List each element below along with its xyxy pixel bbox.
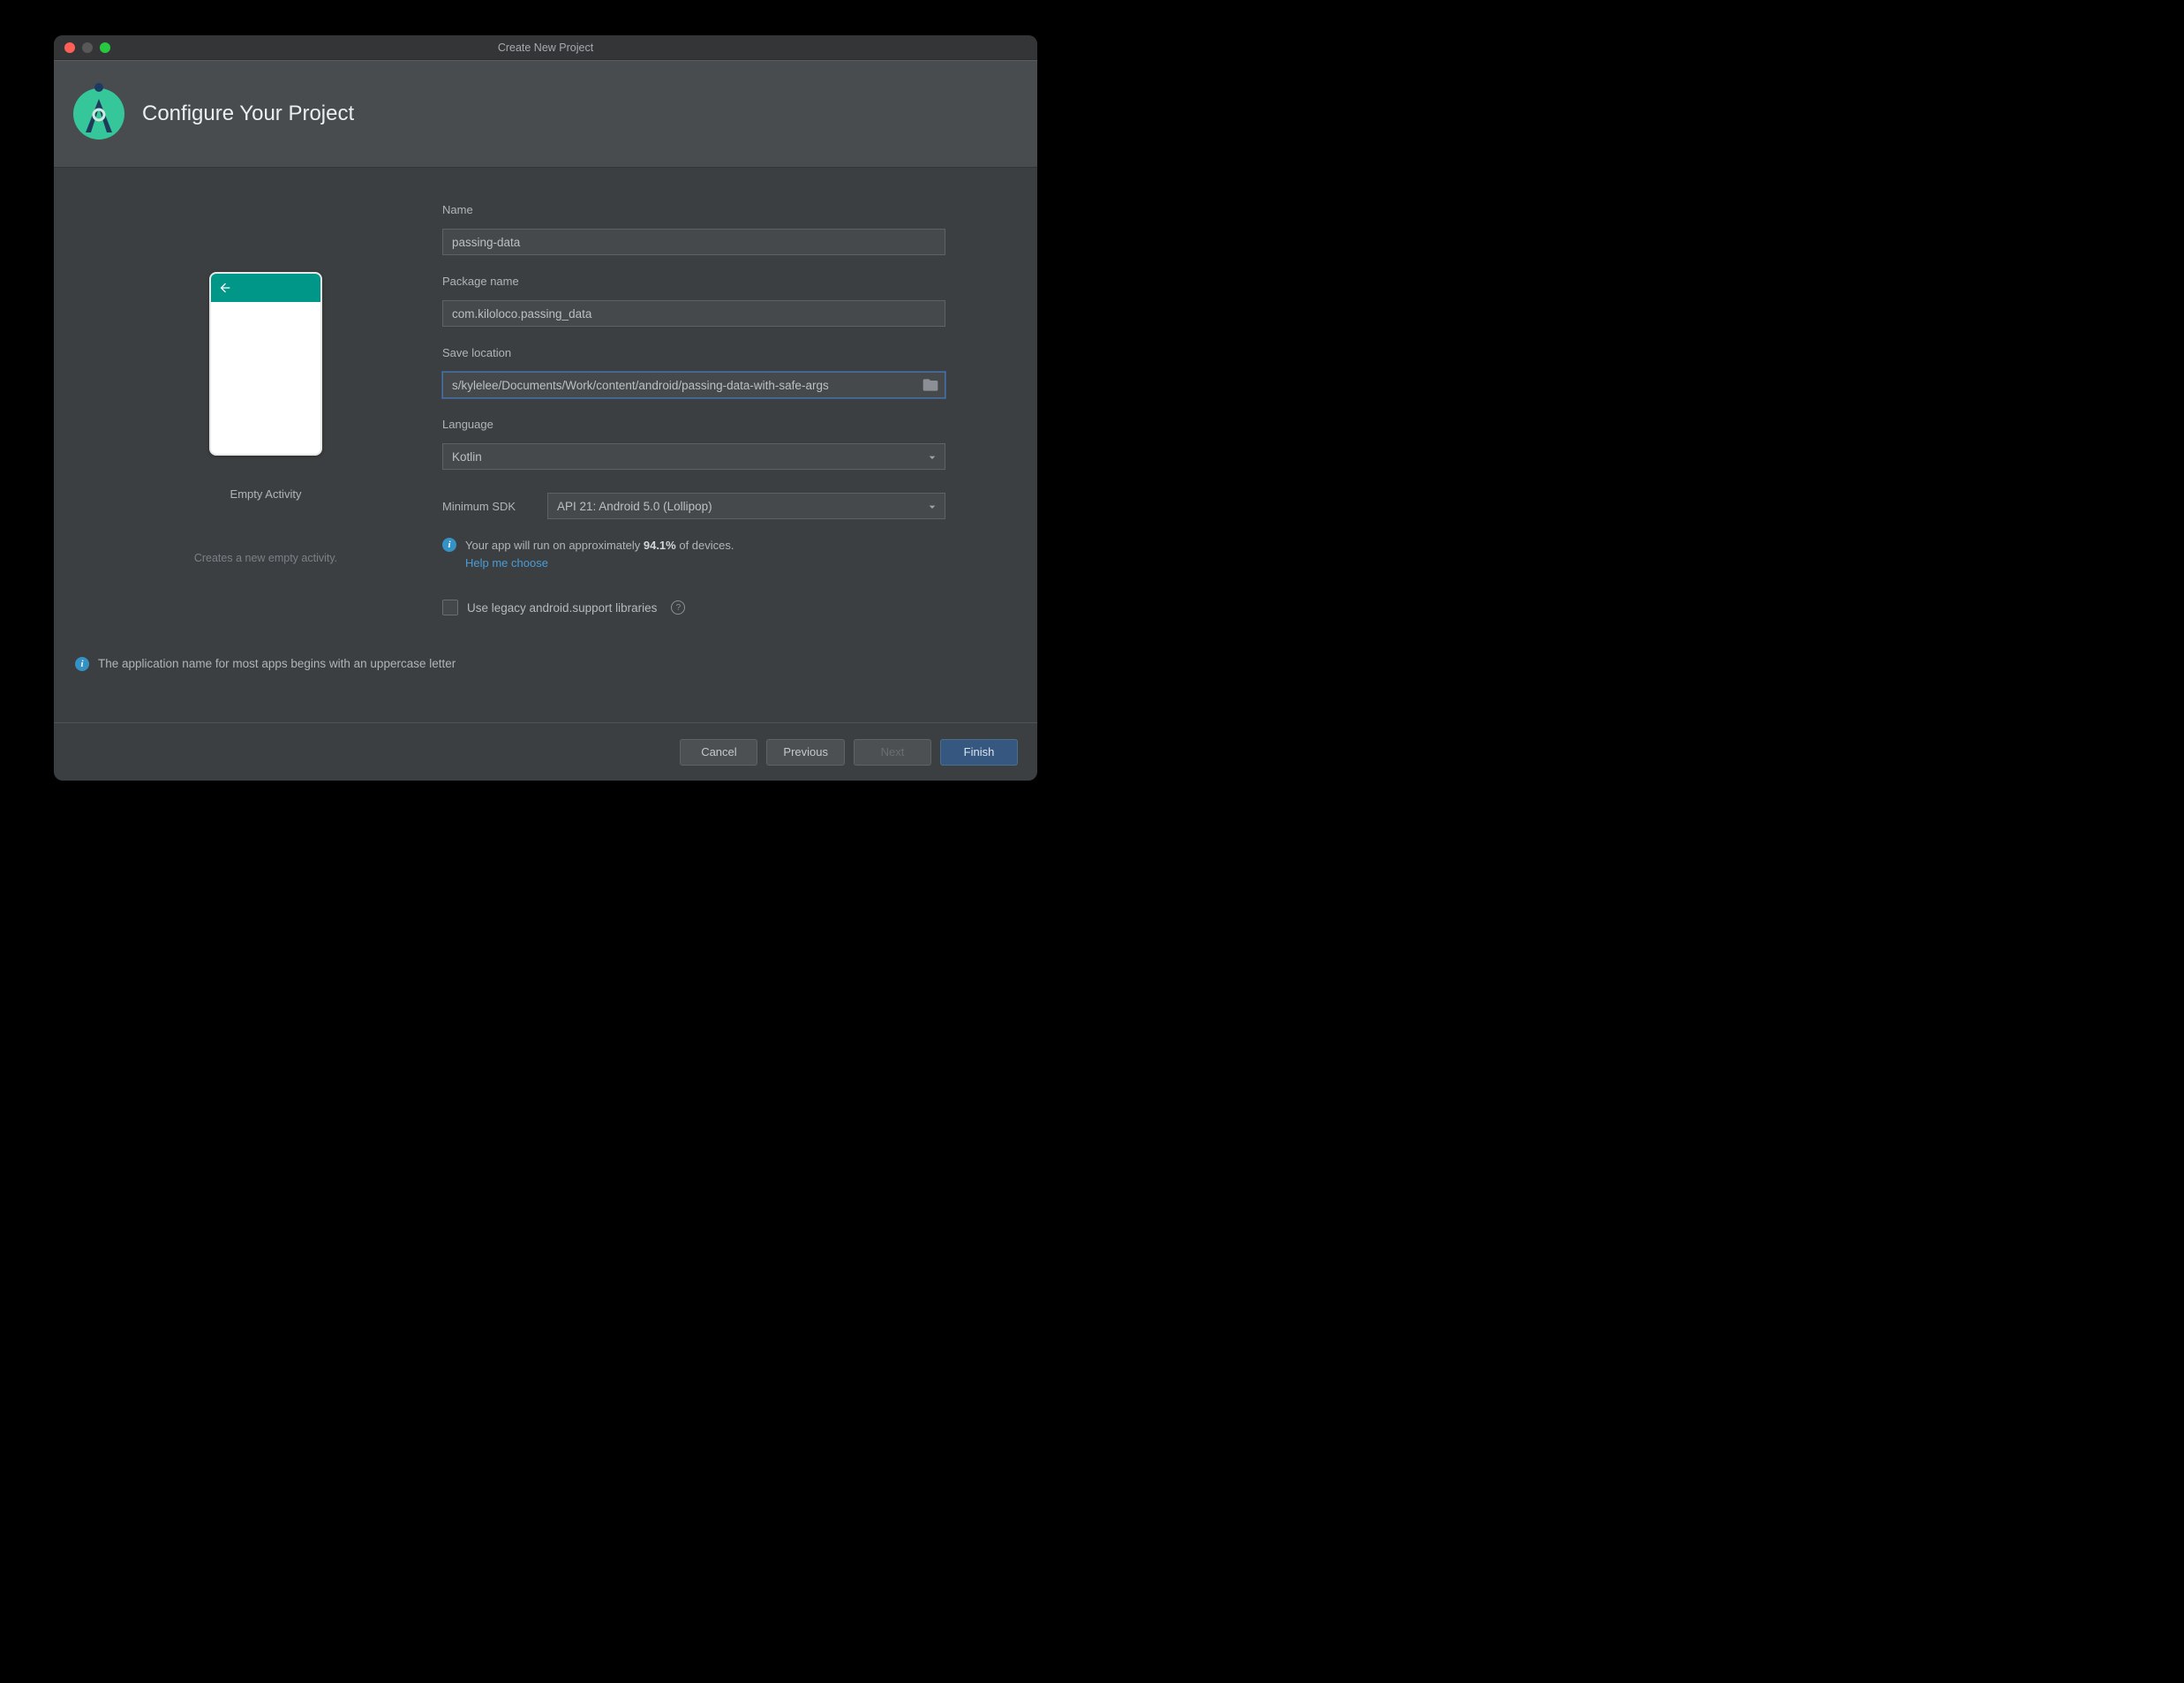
sdk-info-text-b: of devices. [676, 539, 734, 552]
dialog-window: Create New Project Configure Your Projec… [54, 35, 1037, 781]
template-thumbnail [209, 272, 322, 456]
previous-button[interactable]: Previous [766, 739, 845, 766]
template-preview-column: Empty Activity Creates a new empty activ… [89, 272, 442, 722]
template-description: Creates a new empty activity. [194, 552, 337, 564]
template-appbar [211, 274, 320, 302]
minimum-sdk-value: API 21: Android 5.0 (Lollipop) [557, 500, 712, 513]
chevron-down-icon [925, 500, 939, 514]
info-icon: i [75, 657, 89, 671]
help-me-choose-link[interactable]: Help me choose [465, 556, 548, 570]
save-location-label: Save location [442, 346, 945, 359]
name-hint-row: i The application name for most apps beg… [75, 656, 456, 671]
language-label: Language [442, 418, 945, 431]
legacy-support-checkbox[interactable] [442, 600, 458, 615]
language-value: Kotlin [452, 450, 482, 464]
name-hint-text: The application name for most apps begin… [98, 657, 456, 670]
package-name-input[interactable]: com.kiloloco.passing_data [442, 300, 945, 327]
chevron-down-icon [925, 450, 939, 464]
name-input[interactable]: passing-data [442, 229, 945, 255]
save-location-value: s/kylelee/Documents/Work/content/android… [452, 379, 829, 392]
form-column: Name passing-data Package name com.kilol… [442, 196, 945, 722]
header-band: Configure Your Project [54, 60, 1037, 168]
minimum-sdk-select[interactable]: API 21: Android 5.0 (Lollipop) [547, 493, 945, 519]
folder-icon[interactable] [922, 376, 939, 394]
titlebar: Create New Project [54, 35, 1037, 60]
package-name-value: com.kiloloco.passing_data [452, 307, 591, 321]
legacy-support-row: Use legacy android.support libraries ? [442, 600, 945, 615]
help-icon[interactable]: ? [671, 600, 685, 615]
template-name-label: Empty Activity [230, 487, 302, 501]
save-location-input[interactable]: s/kylelee/Documents/Work/content/android… [442, 372, 945, 398]
sdk-info-text: Your app will run on approximately 94.1%… [465, 537, 734, 571]
finish-button[interactable]: Finish [940, 739, 1018, 766]
package-name-label: Package name [442, 275, 945, 288]
page-title: Configure Your Project [142, 102, 354, 126]
sdk-info-row: i Your app will run on approximately 94.… [442, 537, 945, 571]
next-button[interactable]: Next [854, 739, 931, 766]
cancel-button[interactable]: Cancel [680, 739, 757, 766]
name-input-value: passing-data [452, 236, 520, 249]
legacy-support-label: Use legacy android.support libraries [467, 601, 657, 615]
window-title: Create New Project [54, 42, 1037, 54]
back-arrow-icon [218, 281, 232, 295]
button-bar: Cancel Previous Next Finish [54, 722, 1037, 781]
sdk-info-text-a: Your app will run on approximately [465, 539, 644, 552]
android-studio-logo-icon [73, 88, 124, 140]
dialog-body: Empty Activity Creates a new empty activ… [54, 168, 1037, 722]
minimum-sdk-label: Minimum SDK [442, 500, 535, 513]
sdk-info-percent: 94.1% [644, 539, 676, 552]
language-select[interactable]: Kotlin [442, 443, 945, 470]
name-label: Name [442, 203, 945, 216]
info-icon: i [442, 538, 456, 552]
